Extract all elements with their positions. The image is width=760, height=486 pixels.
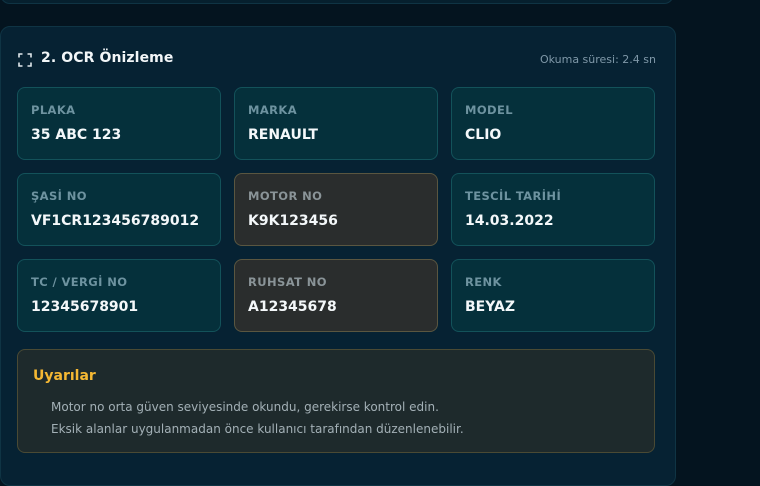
- field-value[interactable]: RENAULT: [248, 127, 318, 143]
- field-label: MODEL: [465, 103, 513, 117]
- warnings-title: Uyarılar: [33, 368, 96, 384]
- field-label: TC / VERGİ NO: [31, 275, 128, 289]
- field-plaka[interactable]: PLAKA 35 ABC 123: [17, 87, 221, 160]
- previous-section-card: [0, 0, 674, 4]
- field-ruhsat-no[interactable]: RUHSAT NO A12345678: [234, 259, 438, 332]
- field-value[interactable]: 35 ABC 123: [31, 127, 121, 143]
- read-time-label: Okuma süresi: 2.4 sn: [539, 53, 656, 66]
- field-value[interactable]: A12345678: [248, 299, 337, 315]
- field-label: MARKA: [248, 103, 298, 117]
- warnings-list: Motor no orta güven seviyesinde okundu, …: [51, 397, 464, 440]
- warning-item: Eksik alanlar uygulanmadan önce kullanıc…: [51, 421, 464, 436]
- field-renk[interactable]: RENK BEYAZ: [451, 259, 655, 332]
- scan-frame-icon: [18, 53, 32, 67]
- field-value[interactable]: BEYAZ: [465, 299, 515, 315]
- field-model[interactable]: MODEL CLIO: [451, 87, 655, 160]
- ocr-preview-header: 2. OCR Önizleme Okuma süresi: 2.4 sn: [18, 48, 656, 72]
- field-label: PLAKA: [31, 103, 76, 117]
- field-value[interactable]: VF1CR123456789012: [31, 213, 199, 229]
- field-value[interactable]: K9K123456: [248, 213, 338, 229]
- field-tc-vergi-no[interactable]: TC / VERGİ NO 12345678901: [17, 259, 221, 332]
- field-label: RENK: [465, 275, 502, 289]
- field-label: RUHSAT NO: [248, 275, 327, 289]
- field-value[interactable]: 14.03.2022: [465, 213, 554, 229]
- section-title: 2. OCR Önizleme: [41, 50, 174, 66]
- field-value[interactable]: 12345678901: [31, 299, 138, 315]
- field-label: MOTOR NO: [248, 189, 323, 203]
- field-tescil-tarihi[interactable]: TESCİL TARİHİ 14.03.2022: [451, 173, 655, 246]
- field-marka[interactable]: MARKA RENAULT: [234, 87, 438, 160]
- warning-item: Motor no orta güven seviyesinde okundu, …: [51, 400, 439, 414]
- field-value[interactable]: CLIO: [465, 127, 501, 143]
- field-label: ŞASİ NO: [31, 189, 87, 203]
- warnings-box: Uyarılar Motor no orta güven seviyesinde…: [17, 349, 655, 453]
- field-sasi-no[interactable]: ŞASİ NO VF1CR123456789012: [17, 173, 221, 246]
- field-label: TESCİL TARİHİ: [465, 189, 562, 203]
- field-motor-no[interactable]: MOTOR NO K9K123456: [234, 173, 438, 246]
